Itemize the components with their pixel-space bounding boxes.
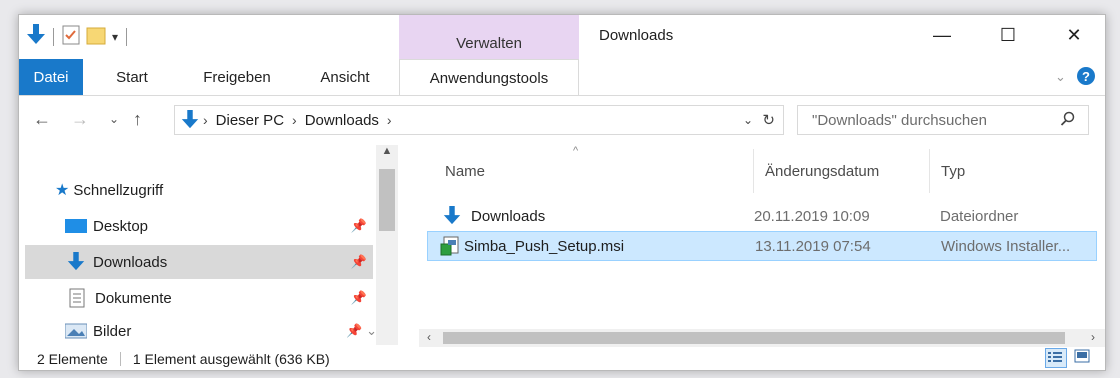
- large-icons-view-icon: [1074, 349, 1090, 363]
- download-arrow-icon: [443, 206, 461, 226]
- pin-icon[interactable]: 📌: [351, 254, 367, 270]
- column-header-date[interactable]: Änderungsdatum: [765, 153, 879, 189]
- sidebar-item-label: Schnellzugriff: [73, 181, 164, 199]
- help-icon[interactable]: ?: [1077, 67, 1095, 85]
- download-arrow-icon: [67, 252, 85, 272]
- installer-icon: [440, 236, 460, 256]
- large-icons-view-button[interactable]: [1073, 348, 1093, 366]
- sort-ascending-icon: ^: [573, 145, 579, 157]
- navigation-bar: ← → ⌄ ↑ › Dieser PC › Downloads › ⌄ ↻ "D…: [19, 101, 1105, 141]
- document-icon: [69, 288, 85, 308]
- breadcrumb-chevron-icon[interactable]: ›: [387, 112, 392, 128]
- address-dropdown-icon[interactable]: ⌄: [743, 113, 753, 127]
- search-input[interactable]: "Downloads" durchsuchen: [797, 105, 1089, 135]
- refresh-icon[interactable]: ↻: [762, 111, 775, 129]
- pin-icon[interactable]: 📌: [351, 218, 367, 234]
- window-title: Downloads: [599, 27, 674, 44]
- sidebar-item-label: Bilder: [93, 322, 132, 340]
- download-arrow-icon: [181, 110, 199, 130]
- breadcrumb-downloads[interactable]: Downloads: [305, 112, 379, 129]
- file-date: 13.11.2019 07:54: [755, 237, 871, 255]
- pin-icon[interactable]: 📌 ⌄: [346, 323, 377, 339]
- file-row-simba-installer[interactable]: Simba_Push_Setup.msi 13.11.2019 07:54 Wi…: [427, 231, 1097, 261]
- scroll-thumb[interactable]: [379, 169, 395, 231]
- pin-icon[interactable]: 📌: [351, 290, 367, 306]
- file-type: Windows Installer...: [941, 237, 1071, 255]
- forward-arrow-icon[interactable]: →: [71, 109, 89, 130]
- details-view-button[interactable]: [1045, 348, 1067, 368]
- sidebar-item-downloads[interactable]: Downloads 📌: [25, 245, 373, 279]
- address-bar[interactable]: › Dieser PC › Downloads › ⌄ ↻: [174, 105, 784, 135]
- sidebar-item-label: Dokumente: [95, 289, 172, 307]
- expand-ribbon-icon[interactable]: ⌄: [1055, 69, 1066, 85]
- toolbar-separator: [53, 28, 54, 46]
- navigation-pane: ★ Schnellzugriff Desktop 📌 Downloads 📌 D…: [19, 145, 399, 345]
- file-date: 20.11.2019 10:09: [754, 207, 870, 225]
- scroll-right-icon[interactable]: ›: [1091, 330, 1095, 344]
- scroll-left-icon[interactable]: ‹: [427, 330, 431, 344]
- file-type: Dateiordner: [940, 207, 1019, 225]
- tab-freigeben[interactable]: Freigeben: [187, 59, 287, 95]
- new-folder-icon[interactable]: [86, 25, 106, 49]
- selection-info: 1 Element ausgewählt (636 KB): [132, 350, 330, 367]
- breadcrumb-chevron-icon[interactable]: ›: [203, 112, 208, 128]
- star-icon: ★: [55, 182, 70, 199]
- sidebar-item-pictures[interactable]: Bilder 📌 ⌄: [25, 317, 377, 345]
- file-name: Downloads: [471, 207, 546, 225]
- column-divider[interactable]: [753, 149, 754, 193]
- sidebar-item-quick-access[interactable]: ★ Schnellzugriff: [25, 173, 373, 207]
- close-button[interactable]: ✕: [1051, 15, 1097, 55]
- breadcrumb-chevron-icon[interactable]: ›: [292, 112, 297, 128]
- back-arrow-icon[interactable]: ←: [33, 109, 51, 130]
- search-icon: [1060, 111, 1076, 131]
- file-list: Name ^ Änderungsdatum Typ Downloads 20.1…: [419, 145, 1105, 329]
- details-view-icon: [1048, 352, 1062, 362]
- status-bar: 2 Elemente 1 Element ausgewählt (636 KB): [19, 347, 1105, 370]
- ribbon-tabs: Datei Start Freigeben Ansicht Anwendungs…: [19, 59, 1105, 96]
- title-bar: ▾ Verwalten Downloads — ☐ ✕: [19, 15, 1105, 59]
- manage-context-tab[interactable]: Verwalten: [399, 15, 579, 59]
- breadcrumb-this-pc[interactable]: Dieser PC: [216, 112, 284, 129]
- sidebar-scrollbar[interactable]: ▲: [376, 145, 398, 345]
- maximize-button[interactable]: ☐: [985, 15, 1031, 55]
- tab-start[interactable]: Start: [97, 59, 167, 95]
- column-header-name[interactable]: Name: [445, 153, 485, 189]
- download-arrow-icon[interactable]: [27, 24, 45, 50]
- tab-anwendungstools[interactable]: Anwendungstools: [399, 59, 579, 96]
- search-placeholder: "Downloads" durchsuchen: [812, 111, 987, 129]
- tab-ansicht[interactable]: Ansicht: [305, 59, 385, 95]
- pictures-icon: [65, 323, 87, 339]
- column-header-type[interactable]: Typ: [941, 153, 965, 189]
- status-separator: [119, 351, 121, 366]
- recent-locations-icon[interactable]: ⌄: [109, 112, 119, 126]
- explorer-window: ▾ Verwalten Downloads — ☐ ✕ Datei Start …: [18, 14, 1106, 371]
- toolbar-separator: [126, 28, 128, 46]
- sidebar-item-label: Downloads: [93, 253, 168, 271]
- sidebar-item-desktop[interactable]: Desktop 📌: [25, 209, 373, 243]
- column-divider[interactable]: [929, 149, 930, 193]
- customize-toolbar-icon[interactable]: ▾: [112, 30, 118, 44]
- properties-icon[interactable]: [62, 25, 80, 49]
- tab-datei[interactable]: Datei: [19, 59, 83, 95]
- desktop-icon: [65, 218, 87, 234]
- item-count: 2 Elemente: [37, 350, 108, 367]
- up-arrow-icon[interactable]: ↑: [133, 109, 142, 130]
- quick-access-toolbar: ▾: [27, 24, 129, 50]
- content-horizontal-scrollbar[interactable]: ‹ ›: [419, 329, 1105, 347]
- minimize-button[interactable]: —: [919, 15, 965, 55]
- file-row-downloads[interactable]: Downloads 20.11.2019 10:09 Dateiordner: [427, 201, 1097, 231]
- sidebar-item-label: Desktop: [93, 217, 149, 235]
- scroll-up-icon[interactable]: ▲: [376, 145, 398, 157]
- scroll-thumb[interactable]: [443, 332, 1065, 344]
- sidebar-item-documents[interactable]: Dokumente 📌: [25, 281, 373, 315]
- file-name: Simba_Push_Setup.msi: [464, 237, 625, 255]
